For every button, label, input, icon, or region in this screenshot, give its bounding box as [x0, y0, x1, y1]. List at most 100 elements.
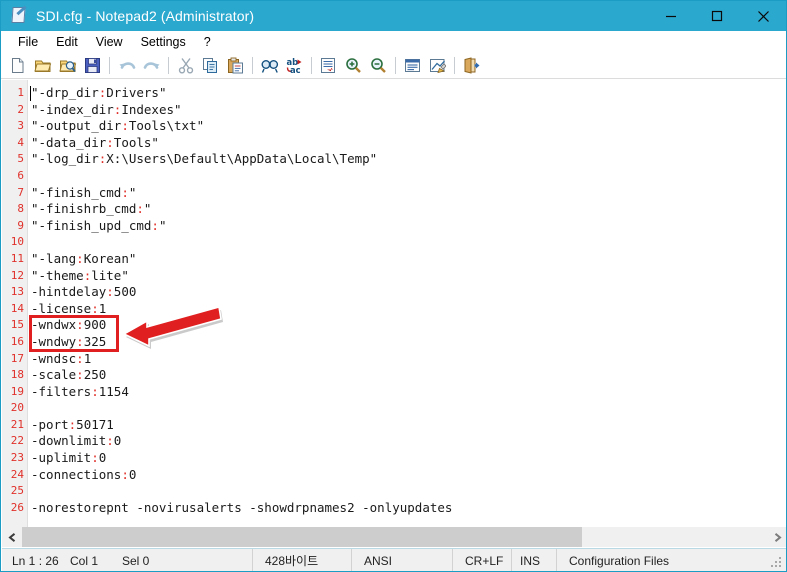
code-line[interactable]: "-finish_cmd:" [31, 185, 785, 202]
line-number: 3 [17, 119, 24, 133]
toolbar-separator [454, 57, 455, 74]
line-number: 20 [10, 401, 24, 415]
code-line[interactable]: "-log_dir:X:\Users\Default\AppData\Local… [31, 151, 785, 168]
redo-icon[interactable] [139, 54, 164, 78]
notepad2-window: SDI.cfg - Notepad2 (Administrator) File … [0, 0, 787, 572]
code-content[interactable]: "-drp_dir:Drivers" "-index_dir:Indexes" … [28, 80, 785, 527]
line-number-gutter: 1 2 3 4 5 6 7 8 9 10 11 12 13 14 15 16 1… [2, 80, 28, 527]
code-line[interactable]: -wndwx:900 [31, 317, 785, 334]
line-number: 10 [10, 235, 24, 249]
status-byte-count: 428바이트 [265, 554, 319, 568]
line-number: 23 [10, 451, 24, 465]
code-line[interactable]: -hintdelay:500 [31, 284, 785, 301]
code-line[interactable]: -connections:0 [31, 467, 785, 484]
open-file-icon[interactable] [30, 54, 55, 78]
line-number: 16 [10, 334, 24, 348]
resize-grip-icon[interactable] [770, 554, 784, 568]
horizontal-scrollbar[interactable] [2, 527, 786, 547]
window-title: SDI.cfg - Notepad2 (Administrator) [36, 8, 255, 24]
line-number: 18 [10, 368, 24, 382]
status-column: Col 1 [70, 553, 99, 568]
browse-file-icon[interactable] [55, 54, 80, 78]
status-selection: Sel 0 [122, 553, 150, 568]
text-editor-area[interactable]: 1 2 3 4 5 6 7 8 9 10 11 12 13 14 15 16 1… [2, 80, 785, 527]
status-insert-mode[interactable]: INS [512, 549, 556, 571]
line-number: 1 [17, 86, 24, 99]
menu-item-help[interactable]: ? [195, 33, 220, 51]
zoom-out-icon[interactable] [366, 54, 391, 78]
menu-item-view[interactable]: View [87, 33, 132, 51]
menu-bar: File Edit View Settings ? [1, 31, 786, 53]
code-line[interactable]: -scale:250 [31, 367, 785, 384]
copy-icon[interactable] [198, 54, 223, 78]
title-bar[interactable]: SDI.cfg - Notepad2 (Administrator) [1, 1, 786, 31]
undo-icon[interactable] [114, 54, 139, 78]
line-number: 9 [17, 218, 24, 232]
scroll-left-arrow-icon[interactable] [2, 527, 22, 547]
line-number: 12 [10, 268, 24, 282]
code-line[interactable]: "-data_dir:Tools" [31, 135, 785, 152]
menu-item-settings[interactable]: Settings [132, 33, 195, 51]
line-number: 4 [17, 135, 24, 149]
line-number: 6 [17, 168, 24, 182]
paste-icon[interactable] [223, 54, 248, 78]
code-line[interactable]: -filters:1154 [31, 384, 785, 401]
status-scheme[interactable]: Configuration Files [557, 549, 770, 571]
scrollbar-track[interactable] [22, 527, 767, 547]
code-line[interactable]: "-theme:lite" [31, 268, 785, 285]
status-encoding[interactable]: ANSI [352, 549, 452, 571]
line-number: 13 [10, 285, 24, 299]
code-line[interactable]: "-output_dir:Tools\txt" [31, 118, 785, 135]
replace-icon[interactable]: ab ac [282, 54, 307, 78]
goto-line-icon[interactable] [316, 54, 341, 78]
edit-scheme-icon[interactable] [425, 54, 450, 78]
text-caret [30, 86, 31, 101]
line-number: 19 [10, 384, 24, 398]
cut-icon[interactable] [173, 54, 198, 78]
code-line[interactable]: -wndsc:1 [31, 351, 785, 368]
code-line[interactable]: -port:50171 [31, 417, 785, 434]
code-line[interactable]: "-finishrb_cmd:" [31, 201, 785, 218]
line-number: 21 [10, 417, 24, 431]
line-number: 8 [17, 202, 24, 216]
minimize-button[interactable] [648, 1, 694, 31]
code-line[interactable]: "-finish_upd_cmd:" [31, 218, 785, 235]
code-line[interactable] [31, 400, 785, 417]
menu-item-file[interactable]: File [9, 33, 47, 51]
exit-icon[interactable] [459, 54, 484, 78]
line-number: 17 [10, 351, 24, 365]
scrollbar-thumb[interactable] [22, 527, 582, 547]
code-line[interactable]: -downlimit:0 [31, 433, 785, 450]
maximize-button[interactable] [694, 1, 740, 31]
scroll-right-arrow-icon[interactable] [767, 527, 786, 547]
save-file-icon[interactable] [80, 54, 105, 78]
find-icon[interactable] [257, 54, 282, 78]
svg-text:ac: ac [290, 65, 301, 74]
toolbar-separator [395, 57, 396, 74]
notepad2-document-icon [10, 5, 28, 25]
close-button[interactable] [740, 1, 786, 31]
code-line[interactable]: "-lang:Korean" [31, 251, 785, 268]
line-number: 15 [10, 318, 24, 332]
code-line[interactable]: "-drp_dir:Drivers" [31, 85, 785, 102]
status-line-info: Ln 1 : 26 [12, 553, 59, 568]
status-bar: Ln 1 : 26 Col 1 Sel 0 428바이트 ANSI CR+LF … [2, 548, 786, 571]
code-line[interactable]: -license:1 [31, 301, 785, 318]
code-line[interactable]: -wndwy:325 [31, 334, 785, 351]
code-line[interactable]: -uplimit:0 [31, 450, 785, 467]
code-line[interactable]: "-index_dir:Indexes" [31, 102, 785, 119]
line-number: 25 [10, 484, 24, 498]
new-file-icon[interactable] [5, 54, 30, 78]
menu-item-edit[interactable]: Edit [47, 33, 87, 51]
line-number: 5 [17, 152, 24, 166]
zoom-in-icon[interactable] [341, 54, 366, 78]
toolbar-separator [109, 57, 110, 74]
code-line[interactable] [31, 483, 785, 500]
line-number: 14 [10, 301, 24, 315]
status-eol-mode[interactable]: CR+LF [453, 549, 511, 571]
word-wrap-icon[interactable] [400, 54, 425, 78]
code-line[interactable]: -norestorepnt -novirusalerts -showdrpnam… [31, 500, 785, 517]
code-line[interactable] [31, 234, 785, 251]
line-number: 22 [10, 434, 24, 448]
code-line[interactable] [31, 168, 785, 185]
